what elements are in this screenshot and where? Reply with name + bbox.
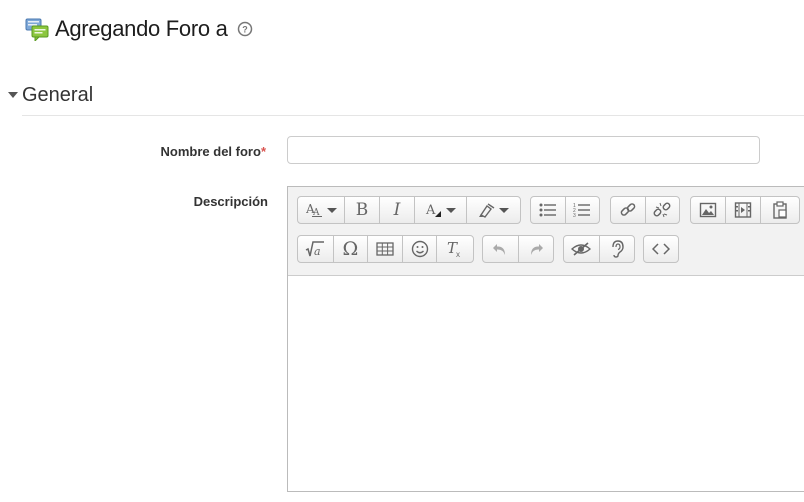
page-title: Agregando Foro a — [55, 16, 228, 41]
collapse-triangle-icon[interactable] — [8, 92, 18, 98]
undo-icon[interactable] — [483, 236, 518, 262]
link-icon[interactable] — [611, 197, 645, 223]
required-marker: * — [260, 144, 266, 159]
redo-icon[interactable] — [517, 236, 553, 262]
toolbar-group-media — [690, 196, 800, 224]
toolbar-group-accessibility — [563, 235, 635, 263]
paste-icon[interactable] — [759, 197, 799, 223]
svg-text:a: a — [314, 245, 321, 258]
accessibility-checker-icon[interactable] — [564, 236, 599, 262]
font-size-icon[interactable]: AA — [298, 197, 344, 223]
italic-icon[interactable]: I — [379, 197, 414, 223]
question-circle-icon[interactable]: ? — [237, 21, 253, 37]
media-icon[interactable] — [725, 197, 759, 223]
screenreader-helper-icon[interactable] — [598, 236, 634, 262]
section-divider — [22, 115, 804, 116]
forum-name-label-text: Nombre del foro — [160, 144, 261, 159]
unordered-list-icon[interactable] — [531, 197, 565, 223]
table-icon[interactable] — [367, 236, 402, 262]
equation-icon[interactable]: a — [298, 236, 333, 262]
toolbar-group-lists: 123 — [530, 196, 600, 224]
svg-text:x: x — [456, 250, 460, 258]
forum-name-label: Nombre del foro* — [120, 144, 266, 159]
forum-icon — [25, 17, 49, 43]
emoticon-icon[interactable] — [401, 236, 437, 262]
toolbar-group-history — [482, 235, 554, 263]
image-icon[interactable] — [691, 197, 725, 223]
font-color-icon[interactable]: A — [414, 197, 466, 223]
toolbar-group-insert: a Ω Tx — [297, 235, 474, 263]
description-label: Descripción — [193, 194, 268, 209]
toolbar-group-html — [643, 235, 679, 263]
html-source-icon[interactable] — [644, 236, 678, 262]
bold-icon[interactable]: B — [344, 197, 379, 223]
general-section-header[interactable]: General — [6, 84, 804, 116]
editor-content-area[interactable] — [288, 275, 804, 491]
forum-name-input[interactable] — [287, 136, 760, 164]
toolbar-group-links — [610, 196, 680, 224]
page-header: Agregando Foro a ? — [25, 14, 253, 44]
toolbar-group-style: AA B I A — [297, 196, 521, 224]
special-char-icon[interactable]: Ω — [332, 236, 368, 262]
clear-format-icon[interactable]: Tx — [436, 236, 473, 262]
editor-toolbar: AA B I A 123 a Ω T x — [288, 187, 804, 276]
section-title[interactable]: General — [22, 84, 93, 107]
svg-text:?: ? — [242, 25, 248, 35]
description-editor[interactable]: AA B I A 123 a Ω T x — [287, 186, 804, 492]
highlight-icon[interactable] — [466, 197, 520, 223]
unlink-icon[interactable] — [644, 197, 679, 223]
svg-text:3: 3 — [573, 213, 576, 218]
ordered-list-icon[interactable]: 123 — [564, 197, 599, 223]
svg-text:A: A — [425, 203, 436, 218]
